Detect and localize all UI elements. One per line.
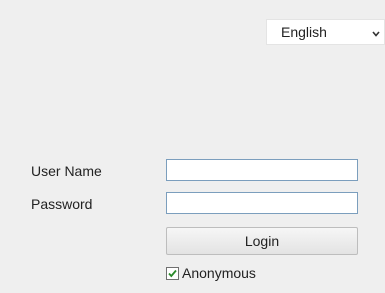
username-label: User Name — [31, 163, 102, 179]
anonymous-checkbox[interactable] — [166, 266, 179, 280]
anonymous-option[interactable]: Anonymous — [166, 265, 256, 281]
username-input[interactable] — [166, 159, 358, 181]
password-input[interactable] — [166, 192, 358, 214]
chevron-down-icon — [371, 26, 381, 37]
password-label: Password — [31, 196, 93, 212]
language-select[interactable]: English — [266, 19, 385, 45]
check-icon — [168, 269, 177, 277]
anonymous-label: Anonymous — [182, 265, 256, 281]
login-panel: English User Name Password Login Anonymo… — [0, 0, 385, 293]
language-select-value: English — [281, 24, 327, 40]
login-button[interactable]: Login — [166, 227, 358, 255]
